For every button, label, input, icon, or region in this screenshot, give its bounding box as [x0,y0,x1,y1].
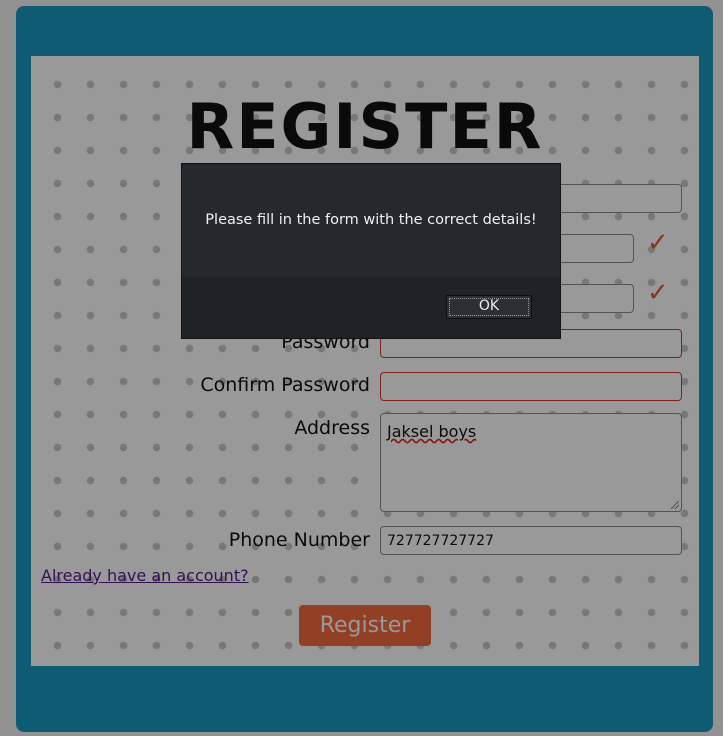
ok-button[interactable]: OK [446,295,532,319]
dialog-message: Please fill in the form with the correct… [205,212,537,228]
modal-overlay [0,0,723,736]
focus-ring [449,298,529,316]
alert-dialog: Please fill in the form with the correct… [181,163,561,339]
